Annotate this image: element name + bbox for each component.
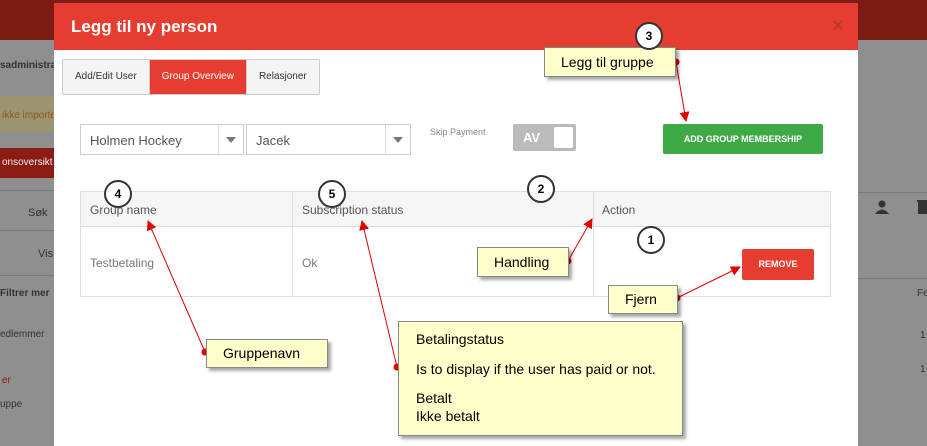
callout-legg-til-gruppe: Legg til gruppe — [544, 47, 676, 77]
arrow-handling — [567, 218, 593, 262]
callout-ikke-betalt: Ikke betalt — [416, 408, 480, 424]
arrow-betaling — [359, 220, 398, 368]
callout-betaling-desc: Is to display if the user has paid or no… — [416, 361, 656, 377]
step-badge-1: 1 — [637, 226, 665, 254]
arrow-gruppenavn — [147, 220, 206, 353]
callout-betalt: Betalt — [416, 390, 452, 406]
callout-fjern: Fjern — [608, 285, 678, 314]
step-badge-2: 2 — [527, 175, 555, 203]
step-badge-3: 3 — [635, 22, 663, 50]
callout-gruppenavn: Gruppenavn — [206, 339, 328, 368]
arrow-fjern — [676, 266, 741, 299]
step-badge-5: 5 — [318, 180, 346, 208]
arrow-legg-til — [675, 61, 690, 122]
callout-betalingstatus: Betalingstatus Is to display if the user… — [398, 321, 683, 436]
step-badge-4: 4 — [104, 180, 132, 208]
callout-betaling-title: Betalingstatus — [416, 331, 504, 347]
callout-handling: Handling — [477, 247, 569, 277]
